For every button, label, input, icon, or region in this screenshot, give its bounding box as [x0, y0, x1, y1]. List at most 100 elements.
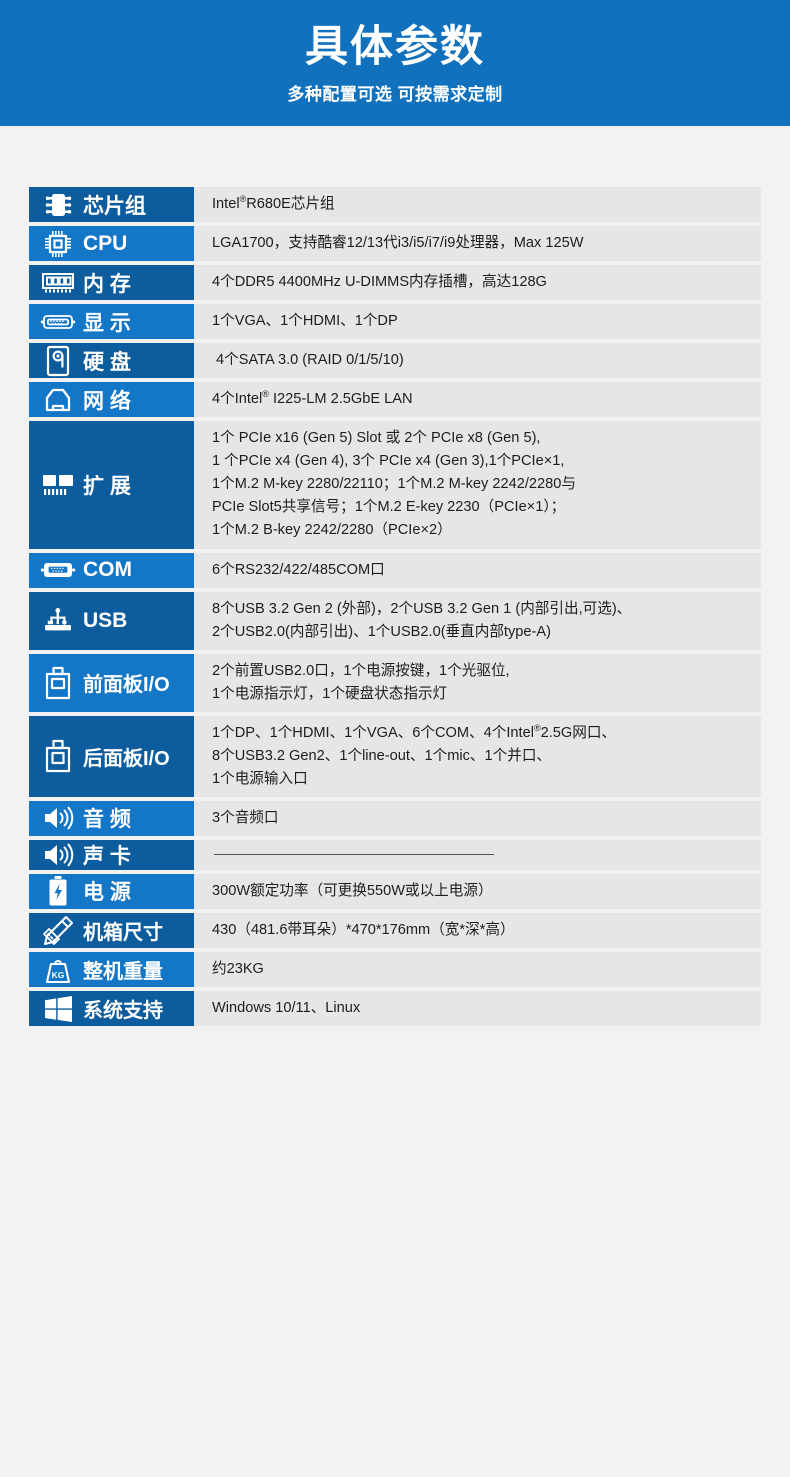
spec-label-text: 网 络 — [83, 389, 131, 413]
spec-label-cell: 前面板I/O — [29, 653, 194, 712]
spec-value-cell: Windows 10/11、Linux — [194, 991, 761, 1027]
spec-value-line: 8个USB3.2 Gen2、1个line-out、1个mic、1个并口、 — [212, 747, 552, 764]
spec-value-cell: 4个Intel® I225-LM 2.5GbE LAN — [194, 382, 761, 418]
network-icon — [38, 387, 78, 413]
spec-label-text: 系统支持 — [83, 1000, 163, 1023]
spec-label-cell: 机箱尺寸 — [29, 912, 194, 949]
spec-row: 硬 盘 4个SATA 3.0 (RAID 0/1/5/10) — [29, 343, 761, 379]
spec-label-cell: USB — [29, 591, 194, 650]
spec-label-text: 芯片组 — [83, 194, 146, 218]
spec-row: 扩 展 1个 PCIe x16 (Gen 5) Slot 或 2个 PCIe x8… — [29, 421, 761, 549]
harddisk-icon — [38, 345, 78, 377]
spec-row: 显 示 1个VGA、1个HDMI、1个DP — [29, 304, 761, 340]
spec-label-text: 前面板I/O — [83, 674, 170, 697]
spec-value-cell: 2个前置USB2.0口，1个电源按键，1个光驱位, 1个电源指示灯，1个硬盘状态指… — [194, 653, 761, 712]
spec-value-line: 1个M.2 B-key 2242/2280（PCIe×2） — [212, 522, 452, 539]
spec-value-cell: 6个RS232/422/485COM口 — [194, 552, 761, 588]
spec-value-line: 4个SATA 3.0 (RAID 0/1/5/10) — [212, 352, 404, 369]
spec-value-line: 1个电源指示灯，1个硬盘状态指示灯 — [212, 685, 448, 702]
spec-label-text: CPU — [83, 231, 128, 255]
memory-icon — [38, 271, 78, 295]
expansion-card-icon — [38, 472, 78, 498]
spec-value-cell: 430（481.6带耳朵）*470*176mm（宽*深*高） — [194, 912, 761, 949]
spec-row: 网 络 4个Intel® I225-LM 2.5GbE LAN — [29, 382, 761, 418]
spec-label-cell: 扩 展 — [29, 421, 194, 549]
sound-card-speaker-icon — [38, 842, 78, 868]
spec-label-text: 内 存 — [83, 272, 131, 296]
spec-label-text: 电 源 — [83, 881, 131, 905]
spec-label-cell: 后面板I/O — [29, 715, 194, 797]
spec-value-line: 4个DDR5 4400MHz U-DIMMS内存插槽，高达128G — [212, 274, 547, 291]
spec-label-text: 扩 展 — [83, 474, 131, 498]
spec-value-line: 1个DP、1个HDMI、1个VGA、6个COM、4个Intel®2.5G网口、 — [212, 722, 617, 741]
spec-row: 芯片组 Intel®R680E芯片组 — [29, 187, 761, 223]
usb-icon — [38, 607, 78, 635]
spec-label-cell: 音 频 — [29, 800, 194, 836]
spec-row: 声 卡 — [29, 839, 761, 870]
svg-text:KG: KG — [52, 970, 65, 980]
spec-row: COM 6个RS232/422/485COM口 — [29, 552, 761, 588]
spec-label-text: USB — [83, 608, 128, 632]
spec-value-line: Windows 10/11、Linux — [212, 1000, 361, 1017]
spec-row: CPU LGA1700，支持酷睿12/13代i3/i5/i7/i9处理器，Max … — [29, 226, 761, 262]
spec-value-cell: 1个DP、1个HDMI、1个VGA、6个COM、4个Intel®2.5G网口、 8… — [194, 715, 761, 797]
windows-logo-icon — [38, 995, 78, 1023]
specifications-table: 芯片组 Intel®R680E芯片组 CPU LGA1700，支持酷睿12/13代i… — [29, 126, 761, 1027]
spec-label-cell: 声 卡 — [29, 839, 194, 870]
chipset-icon — [38, 191, 78, 219]
power-battery-icon — [38, 875, 78, 907]
spec-label-text: 整机重量 — [83, 961, 163, 984]
spec-label-text: 音 频 — [83, 808, 131, 832]
spec-label-cell: CPU — [29, 226, 194, 262]
spec-label-cell: 芯片组 — [29, 187, 194, 223]
spec-value-line: Intel®R680E芯片组 — [212, 194, 335, 212]
spec-label-cell: 电 源 — [29, 873, 194, 909]
spec-value-line: 2个前置USB2.0口，1个电源按键，1个光驱位, — [212, 662, 510, 679]
vga-display-icon — [38, 312, 78, 332]
spec-value-line: 430（481.6带耳朵）*470*176mm（宽*深*高） — [212, 921, 515, 938]
spec-value-cell: 3个音频口 — [194, 800, 761, 836]
spec-label-text: 显 示 — [83, 311, 131, 335]
spec-label-cell: KG 整机重量 — [29, 952, 194, 988]
spec-label-text: COM — [83, 558, 132, 582]
spec-value-cell: 1个VGA、1个HDMI、1个DP — [194, 304, 761, 340]
spec-row: 机箱尺寸 430（481.6带耳朵）*470*176mm（宽*深*高） — [29, 912, 761, 949]
spec-value-cell — [194, 839, 761, 870]
spec-label-cell: 内 存 — [29, 265, 194, 301]
weight-kg-icon: KG — [38, 955, 78, 985]
spec-row: 内 存 4个DDR5 4400MHz U-DIMMS内存插槽，高达128G — [29, 265, 761, 301]
spec-label-text: 声 卡 — [83, 844, 131, 868]
spec-value-cell: 4个DDR5 4400MHz U-DIMMS内存插槽，高达128G — [194, 265, 761, 301]
spec-row: 电 源 300W额定功率（可更换550W或以上电源） — [29, 873, 761, 909]
spec-value-line: 约23KG — [212, 961, 264, 978]
spec-value-line: 8个USB 3.2 Gen 2 (外部)，2个USB 3.2 Gen 1 (内部… — [212, 600, 632, 617]
spec-label-cell: COM — [29, 552, 194, 588]
spec-value-line: 4个Intel® I225-LM 2.5GbE LAN — [212, 389, 413, 408]
spec-value-line: 1个 PCIe x16 (Gen 5) Slot 或 2个 PCIe x8 (G… — [212, 430, 541, 447]
spec-label-cell: 网 络 — [29, 382, 194, 418]
spec-value-line: 6个RS232/422/485COM口 — [212, 561, 385, 578]
spec-value-line: 1个VGA、1个HDMI、1个DP — [212, 313, 398, 330]
spec-value-line: LGA1700，支持酷睿12/13代i3/i5/i7/i9处理器，Max 125… — [212, 235, 584, 252]
spec-value-cell: 4个SATA 3.0 (RAID 0/1/5/10) — [194, 343, 761, 379]
spec-value-cell: 约23KG — [194, 952, 761, 988]
spec-row: KG 整机重量 约23KG — [29, 952, 761, 988]
page-title: 具体参数 — [305, 23, 485, 72]
spec-value-cell: 1个 PCIe x16 (Gen 5) Slot 或 2个 PCIe x8 (G… — [194, 421, 761, 549]
audio-speaker-icon — [38, 805, 78, 831]
spec-row: USB 8个USB 3.2 Gen 2 (外部)，2个USB 3.2 Gen 1 … — [29, 591, 761, 650]
rear-panel-io-icon — [38, 739, 78, 773]
spec-row: 系统支持 Windows 10/11、Linux — [29, 991, 761, 1027]
cpu-icon — [38, 229, 78, 259]
spec-label-cell: 系统支持 — [29, 991, 194, 1027]
spec-value-line: PCIe Slot5共享信号；1个M.2 E-key 2230（PCIe×1）； — [212, 499, 566, 516]
spec-value-line: 300W额定功率（可更换550W或以上电源） — [212, 882, 493, 899]
com-port-icon — [38, 560, 78, 580]
spec-value-line: 1 个PCIe x4 (Gen 4), 3个 PCIe x4 (Gen 3),1… — [212, 453, 565, 470]
spec-label-cell: 硬 盘 — [29, 343, 194, 379]
page-header-banner: 具体参数 多种配置可选 可按需求定制 — [0, 0, 790, 126]
spec-label-text: 硬 盘 — [83, 350, 131, 374]
spec-value-cell: LGA1700，支持酷睿12/13代i3/i5/i7/i9处理器，Max 125… — [194, 226, 761, 262]
spec-value-cell: 300W额定功率（可更换550W或以上电源） — [194, 873, 761, 909]
spec-row: 音 频 3个音频口 — [29, 800, 761, 836]
